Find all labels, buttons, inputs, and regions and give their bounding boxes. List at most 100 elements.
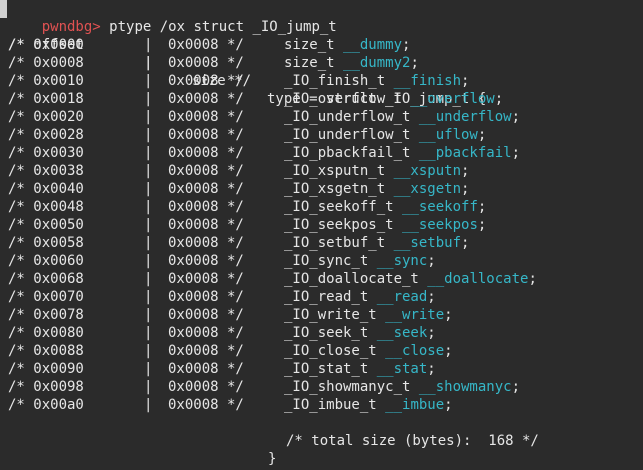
member-declaration: _IO_write_t __write; xyxy=(284,306,453,324)
member-name: __setbuf xyxy=(393,235,462,251)
member-separator: | xyxy=(144,307,153,323)
member-offset: /* 0x00a0 xyxy=(8,397,84,413)
member-size: 0x0008 */ xyxy=(168,307,244,323)
member-name: __seekoff xyxy=(402,199,478,215)
member-terminator: ; xyxy=(444,307,453,323)
member-type: _IO_stat_t xyxy=(284,361,377,377)
member-declaration: _IO_setbuf_t __setbuf; xyxy=(284,234,469,252)
member-name: __sync xyxy=(376,253,428,269)
struct-member-row: /* 0x0090 | 0x0008 */ _IO_stat_t __stat; xyxy=(8,360,628,378)
member-size: 0x0008 */ xyxy=(168,397,244,413)
member-terminator: ; xyxy=(461,73,470,89)
member-type: _IO_write_t xyxy=(284,307,386,323)
member-declaration: _IO_seekpos_t __seekpos; xyxy=(284,216,486,234)
member-offset: /* 0x0050 xyxy=(8,217,84,233)
member-terminator: ; xyxy=(427,253,436,269)
struct-member-row: /* 0x0078 | 0x0008 */ _IO_write_t __write; xyxy=(8,306,628,324)
member-terminator: ; xyxy=(461,163,470,179)
struct-member-row: /* 0x0018 | 0x0008 */ _IO_overflow_t __over… xyxy=(8,90,628,108)
member-declaration: _IO_seekoff_t __seekoff; xyxy=(284,198,486,216)
member-terminator: ; xyxy=(511,379,521,395)
member-separator: | xyxy=(144,73,153,89)
member-size: 0x0008 */ xyxy=(168,163,244,179)
member-declaration: _IO_finish_t __finish; xyxy=(284,72,469,90)
member-terminator: ; xyxy=(477,217,487,233)
member-type: size_t xyxy=(284,37,344,53)
member-offset: /* 0x0018 xyxy=(8,91,84,107)
member-separator: | xyxy=(144,379,153,395)
struct-member-row: /* 0x0000 | 0x0008 */ size_t __dummy; xyxy=(8,36,628,54)
member-terminator: ; xyxy=(427,289,436,305)
member-size: 0x0008 */ xyxy=(168,145,244,161)
member-declaration: _IO_imbue_t __imbue; xyxy=(284,396,453,414)
struct-member-row: /* 0x0050 | 0x0008 */ _IO_seekpos_t __seekp… xyxy=(8,216,628,234)
member-name: __dummy xyxy=(343,37,403,53)
member-separator: | xyxy=(144,325,153,341)
member-name: __uflow xyxy=(418,127,478,143)
member-separator: | xyxy=(144,145,153,161)
member-separator: | xyxy=(144,109,153,125)
struct-member-row: /* 0x0080 | 0x0008 */ _IO_seek_t __seek; xyxy=(8,324,628,342)
member-offset: /* 0x0068 xyxy=(8,271,84,287)
member-declaration: _IO_sync_t __sync; xyxy=(284,252,436,270)
member-offset: /* 0x0098 xyxy=(8,379,84,395)
member-offset: /* 0x0030 xyxy=(8,145,84,161)
struct-member-row: /* 0x0028 | 0x0008 */ _IO_underflow_t __ufl… xyxy=(8,126,628,144)
member-separator: | xyxy=(144,37,153,53)
member-size: 0x0008 */ xyxy=(168,55,244,71)
member-offset: /* 0x0090 xyxy=(8,361,84,377)
member-declaration: _IO_doallocate_t __doallocate; xyxy=(284,270,537,288)
member-size: 0x0008 */ xyxy=(168,91,244,107)
member-type: _IO_underflow_t xyxy=(284,109,419,125)
struct-member-row: /* 0x0058 | 0x0008 */ _IO_setbuf_t __setbuf… xyxy=(8,234,628,252)
member-name: __close xyxy=(385,343,445,359)
member-type: _IO_overflow_t xyxy=(284,91,411,107)
member-name: __stat xyxy=(376,361,428,377)
member-type: _IO_close_t xyxy=(284,343,386,359)
closing-brace: } xyxy=(268,451,277,467)
member-name: __showmanyc xyxy=(418,379,512,395)
struct-member-row: /* 0x0098 | 0x0008 */ _IO_showmanyc_t __sho… xyxy=(8,378,628,396)
member-declaration: _IO_xsputn_t __xsputn; xyxy=(284,162,469,180)
struct-member-row: /* 0x0060 | 0x0008 */ _IO_sync_t __sync; xyxy=(8,252,628,270)
member-offset: /* 0x0000 xyxy=(8,37,84,53)
member-offset: /* 0x0070 xyxy=(8,289,84,305)
member-declaration: _IO_showmanyc_t __showmanyc; xyxy=(284,378,520,396)
member-offset: /* 0x0060 xyxy=(8,253,84,269)
member-size: 0x0008 */ xyxy=(168,217,244,233)
struct-header-row: /* offset | size */ type = struct _IO_ju… xyxy=(8,18,628,107)
member-size: 0x0008 */ xyxy=(168,181,244,197)
member-separator: | xyxy=(144,163,153,179)
member-separator: | xyxy=(144,55,153,71)
struct-member-row: /* 0x0070 | 0x0008 */ _IO_read_t __read; xyxy=(8,288,628,306)
member-size: 0x0008 */ xyxy=(168,361,244,377)
member-separator: | xyxy=(144,289,153,305)
struct-member-row: /* 0x0010 | 0x0008 */ _IO_finish_t __finish… xyxy=(8,72,628,90)
member-size: 0x0008 */ xyxy=(168,199,244,215)
command-line: pwndbg> ptype /ox struct _IO_jump_t xyxy=(8,0,337,35)
member-declaration: _IO_overflow_t __overflow; xyxy=(284,90,503,108)
member-declaration: _IO_underflow_t __uflow; xyxy=(284,126,486,144)
member-separator: | xyxy=(144,181,153,197)
member-offset: /* 0x0028 xyxy=(8,127,84,143)
struct-member-row: /* 0x0020 | 0x0008 */ _IO_underflow_t __und… xyxy=(8,108,628,126)
member-declaration: _IO_pbackfail_t __pbackfail; xyxy=(284,144,520,162)
member-separator: | xyxy=(144,253,153,269)
member-name: __read xyxy=(376,289,428,305)
member-offset: /* 0x0078 xyxy=(8,307,84,323)
member-separator: | xyxy=(144,217,153,233)
member-declaration: size_t __dummy2; xyxy=(284,54,419,72)
member-declaration: _IO_xsgetn_t __xsgetn; xyxy=(284,180,469,198)
member-type: _IO_read_t xyxy=(284,289,377,305)
member-type: _IO_imbue_t xyxy=(284,397,386,413)
member-size: 0x0008 */ xyxy=(168,343,244,359)
struct-member-row: /* 0x00a0 | 0x0008 */ _IO_imbue_t __imbue; xyxy=(8,396,628,414)
member-terminator: ; xyxy=(444,397,453,413)
member-declaration: _IO_read_t __read; xyxy=(284,288,436,306)
member-offset: /* 0x0058 xyxy=(8,235,84,251)
struct-member-row: /* 0x0068 | 0x0008 */ _IO_doallocate_t __do… xyxy=(8,270,628,288)
member-size: 0x0008 */ xyxy=(168,37,244,53)
terminal-window[interactable]: pwndbg> ptype /ox struct _IO_jump_t /* o… xyxy=(0,0,643,470)
member-terminator: ; xyxy=(427,361,436,377)
member-separator: | xyxy=(144,343,153,359)
